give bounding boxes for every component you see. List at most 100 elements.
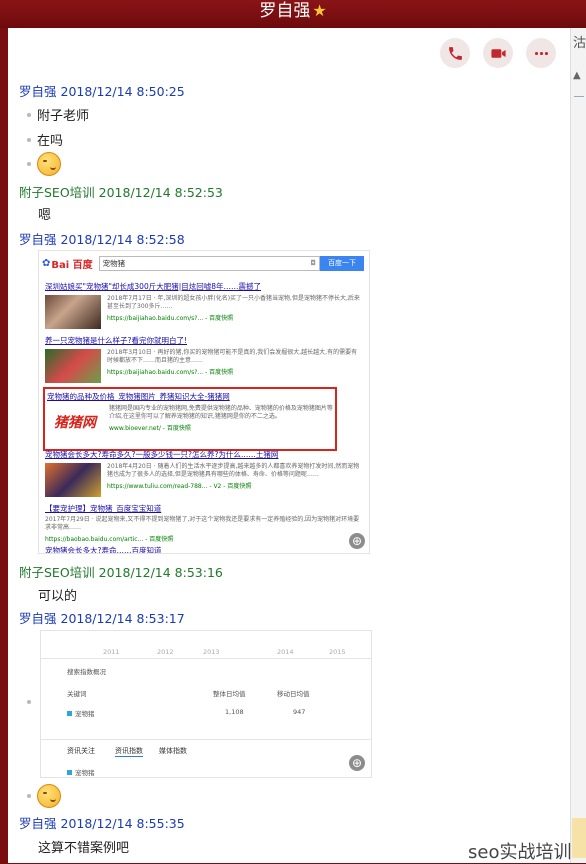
- result-url: https://baijiahao.baidu.com/s?... - 百度快照: [107, 315, 234, 322]
- chat-window: 罗自强 2018/12/14 8:50:25 附子老师 在吗 附子SEO培训 2…: [8, 28, 570, 863]
- message-header: 罗自强 2018/12/14 8:55:35: [19, 813, 185, 832]
- divider: [41, 658, 371, 659]
- sender-name: 罗自强: [19, 84, 57, 99]
- result-title: 深圳姑娘买"宠物猪"却长成300斤大肥猪|目炫回嘘8年……震撼了: [45, 282, 262, 291]
- message-header: 罗自强 2018/12/14 8:52:58: [19, 229, 185, 248]
- section-title: 搜索指数概况: [67, 668, 106, 676]
- more-dots-icon: [534, 51, 548, 55]
- result-url: www.bioever.net/ - 百度快照: [109, 425, 191, 432]
- title-bar: 罗自强 ★: [0, 0, 586, 28]
- result-title: 宠物猪的品种及价格_宠物猪图片_养猪知识大全-猪猪网: [47, 392, 230, 401]
- sender-name: 附子SEO培训: [19, 565, 95, 580]
- legend-swatch: [67, 770, 72, 775]
- year-label: 2015: [329, 648, 346, 656]
- result-url: https://baobao.baidu.com/artic... - 百度快照: [45, 536, 174, 543]
- result-title: 宠物猪会长多大?寿命多久?一般多少钱一只?怎么养?为什么……土猪网: [45, 450, 279, 459]
- search-result: 宠物猪会长多大?寿命……百度知道: [45, 545, 361, 554]
- pig-thumbnail: [45, 463, 101, 497]
- video-camera-icon: [490, 48, 506, 58]
- message-time: 2018/12/14 8:53:17: [60, 611, 185, 626]
- pig-thumbnail: [45, 295, 101, 329]
- message-line: [27, 784, 61, 808]
- message-time: 2018/12/14 8:52:58: [60, 232, 185, 247]
- blush-emoji-icon: [37, 152, 61, 176]
- message-text: 可以的: [38, 589, 78, 604]
- result-title: 【要宠护理】宠物猪_百度宝宝知道: [45, 504, 162, 513]
- divider: [41, 739, 371, 740]
- table-row: 宠物猪: [67, 708, 95, 718]
- search-result: 养一只宠物猪是什么样子?看完你就明白了! 2018年3月10日 · 再好的猪,你…: [45, 335, 361, 383]
- camera-icon: ◘: [310, 258, 316, 267]
- search-result: 深圳姑娘买"宠物猪"却长成300斤大肥猪|目炫回嘘8年……震撼了 2018年7月…: [45, 281, 361, 329]
- search-result-screenshot[interactable]: ✿ Bai 百度 宠物猪 ◘ 百度一下 深圳姑娘买"宠物猪"却长成300斤大肥猪|…: [38, 250, 370, 554]
- result-snippet: 2017年7月29日 · 说起宠物来,又不得不提到宠物猪了,对于这个宠物我还是要…: [45, 516, 360, 531]
- message-time: 2018/12/14 8:50:25: [60, 84, 185, 99]
- phone-icon: [448, 46, 462, 60]
- message-header: 附子SEO培训 2018/12/14 8:53:16: [19, 562, 223, 581]
- message-text: 附子老师: [37, 109, 90, 124]
- pig-thumbnail: [45, 349, 101, 383]
- index-stats-screenshot[interactable]: 2011 2012 2013 2014 2015 搜索指数概况 关键词 整体日均…: [40, 630, 372, 778]
- search-result: 【要宠护理】宠物猪_百度宝宝知道 2017年7月29日 · 说起宠物来,又不得不…: [45, 503, 361, 543]
- year-label: 2011: [103, 648, 120, 656]
- column-header: 移动日均值: [277, 690, 310, 698]
- video-call-button[interactable]: [483, 38, 513, 68]
- message-time: 2018/12/14 8:53:16: [98, 565, 223, 580]
- legend-swatch: [67, 711, 72, 716]
- message-time: 2018/12/14 8:55:35: [60, 816, 185, 831]
- message-header: 罗自强 2018/12/14 8:53:17: [19, 608, 185, 627]
- column-header: 整体日均值: [213, 690, 246, 698]
- tab-media-index: 媒体指数: [159, 747, 187, 755]
- search-button: 百度一下: [320, 255, 364, 271]
- result-url: https://baijiahao.baidu.com/s?... - 百度快照: [107, 369, 234, 376]
- chart-legend: 宠物猪: [67, 767, 95, 777]
- message-line: [27, 700, 37, 704]
- mobile-value: 947: [293, 708, 306, 716]
- star-icon: ★: [312, 1, 327, 20]
- window-title: 罗自强: [259, 1, 311, 21]
- tab-news-follow: 资讯关注: [67, 747, 95, 755]
- keyword-cell: 宠物猪: [75, 710, 95, 718]
- scroll-thumb[interactable]: [572, 818, 586, 858]
- result-snippet: 猪猪网是国内专业的宠物猪网,免费提供宠物猪的品种、宠物猪的价格及宠物猪图片等介绍…: [109, 405, 333, 420]
- baidu-logo: Bai 百度: [51, 259, 93, 271]
- tab-news-index: 资讯指数: [115, 747, 143, 757]
- result-title: 养一只宠物猪是什么样子?看完你就明白了!: [45, 336, 187, 345]
- watermark: seo实战培训: [468, 842, 572, 863]
- message-time: 2018/12/14 8:52:53: [98, 185, 223, 200]
- message-header: 罗自强 2018/12/14 8:50:25: [19, 81, 185, 100]
- zoom-icon[interactable]: ⊕: [349, 533, 365, 549]
- message-line: [27, 152, 61, 176]
- phone-call-button[interactable]: [440, 38, 470, 68]
- message-line: 附子老师: [27, 105, 89, 124]
- search-bar: ✿ Bai 百度 宠物猪 ◘ 百度一下: [42, 255, 364, 271]
- sender-name: 附子SEO培训: [19, 185, 95, 200]
- side-panel: 沽 ▲: [570, 28, 586, 863]
- divider: [574, 96, 584, 97]
- message-text: 在吗: [37, 134, 64, 149]
- zoom-icon[interactable]: ⊕: [349, 755, 365, 771]
- message-text: 这算不错案例吧: [38, 841, 130, 856]
- sender-name: 罗自强: [19, 232, 57, 247]
- search-result: 宠物猪会长多大?寿命多久?一般多少钱一只?怎么养?为什么……土猪网 2018年4…: [45, 449, 361, 497]
- blush-emoji-icon: [37, 784, 61, 808]
- side-panel-label: 沽: [573, 36, 586, 51]
- result-snippet: 2018年3月10日 · 再好的猪,你买的宠物猪可能不是真的,我们会发掘很大,越…: [107, 349, 358, 364]
- message-line: 在吗: [27, 130, 63, 149]
- result-title: 宠物猪会长多大?寿命……百度知道: [45, 546, 162, 554]
- column-header: 关键词: [67, 690, 87, 698]
- year-label: 2012: [157, 648, 174, 656]
- result-snippet: 2018年4月20日 · 随着人们的生活水平逐步提高,越来越多的人都喜欢养宠物打…: [107, 463, 360, 478]
- highlighted-result: 宠物猪的品种及价格_宠物猪图片_养猪知识大全-猪猪网 猪猪网 猪猪网是国内专业的…: [43, 387, 337, 451]
- result-url: https://www.tuliu.com/read-788... - V2 -…: [107, 483, 252, 490]
- year-label: 2014: [277, 648, 294, 656]
- more-button[interactable]: [526, 38, 556, 68]
- sender-name: 罗自强: [19, 816, 57, 831]
- result-snippet: 2018年7月17日 · 年,深圳的超女孩小胖(化名)买了一只小香猪当宠物,但是…: [107, 295, 360, 310]
- message-header: 附子SEO培训 2018/12/14 8:52:53: [19, 182, 223, 201]
- overall-value: 1,108: [225, 708, 244, 716]
- scroll-up-icon[interactable]: ▲: [573, 70, 581, 81]
- baidu-paw-icon: ✿: [42, 257, 51, 269]
- site-logo: 猪猪网: [54, 415, 96, 431]
- message-text: 嗯: [38, 208, 52, 223]
